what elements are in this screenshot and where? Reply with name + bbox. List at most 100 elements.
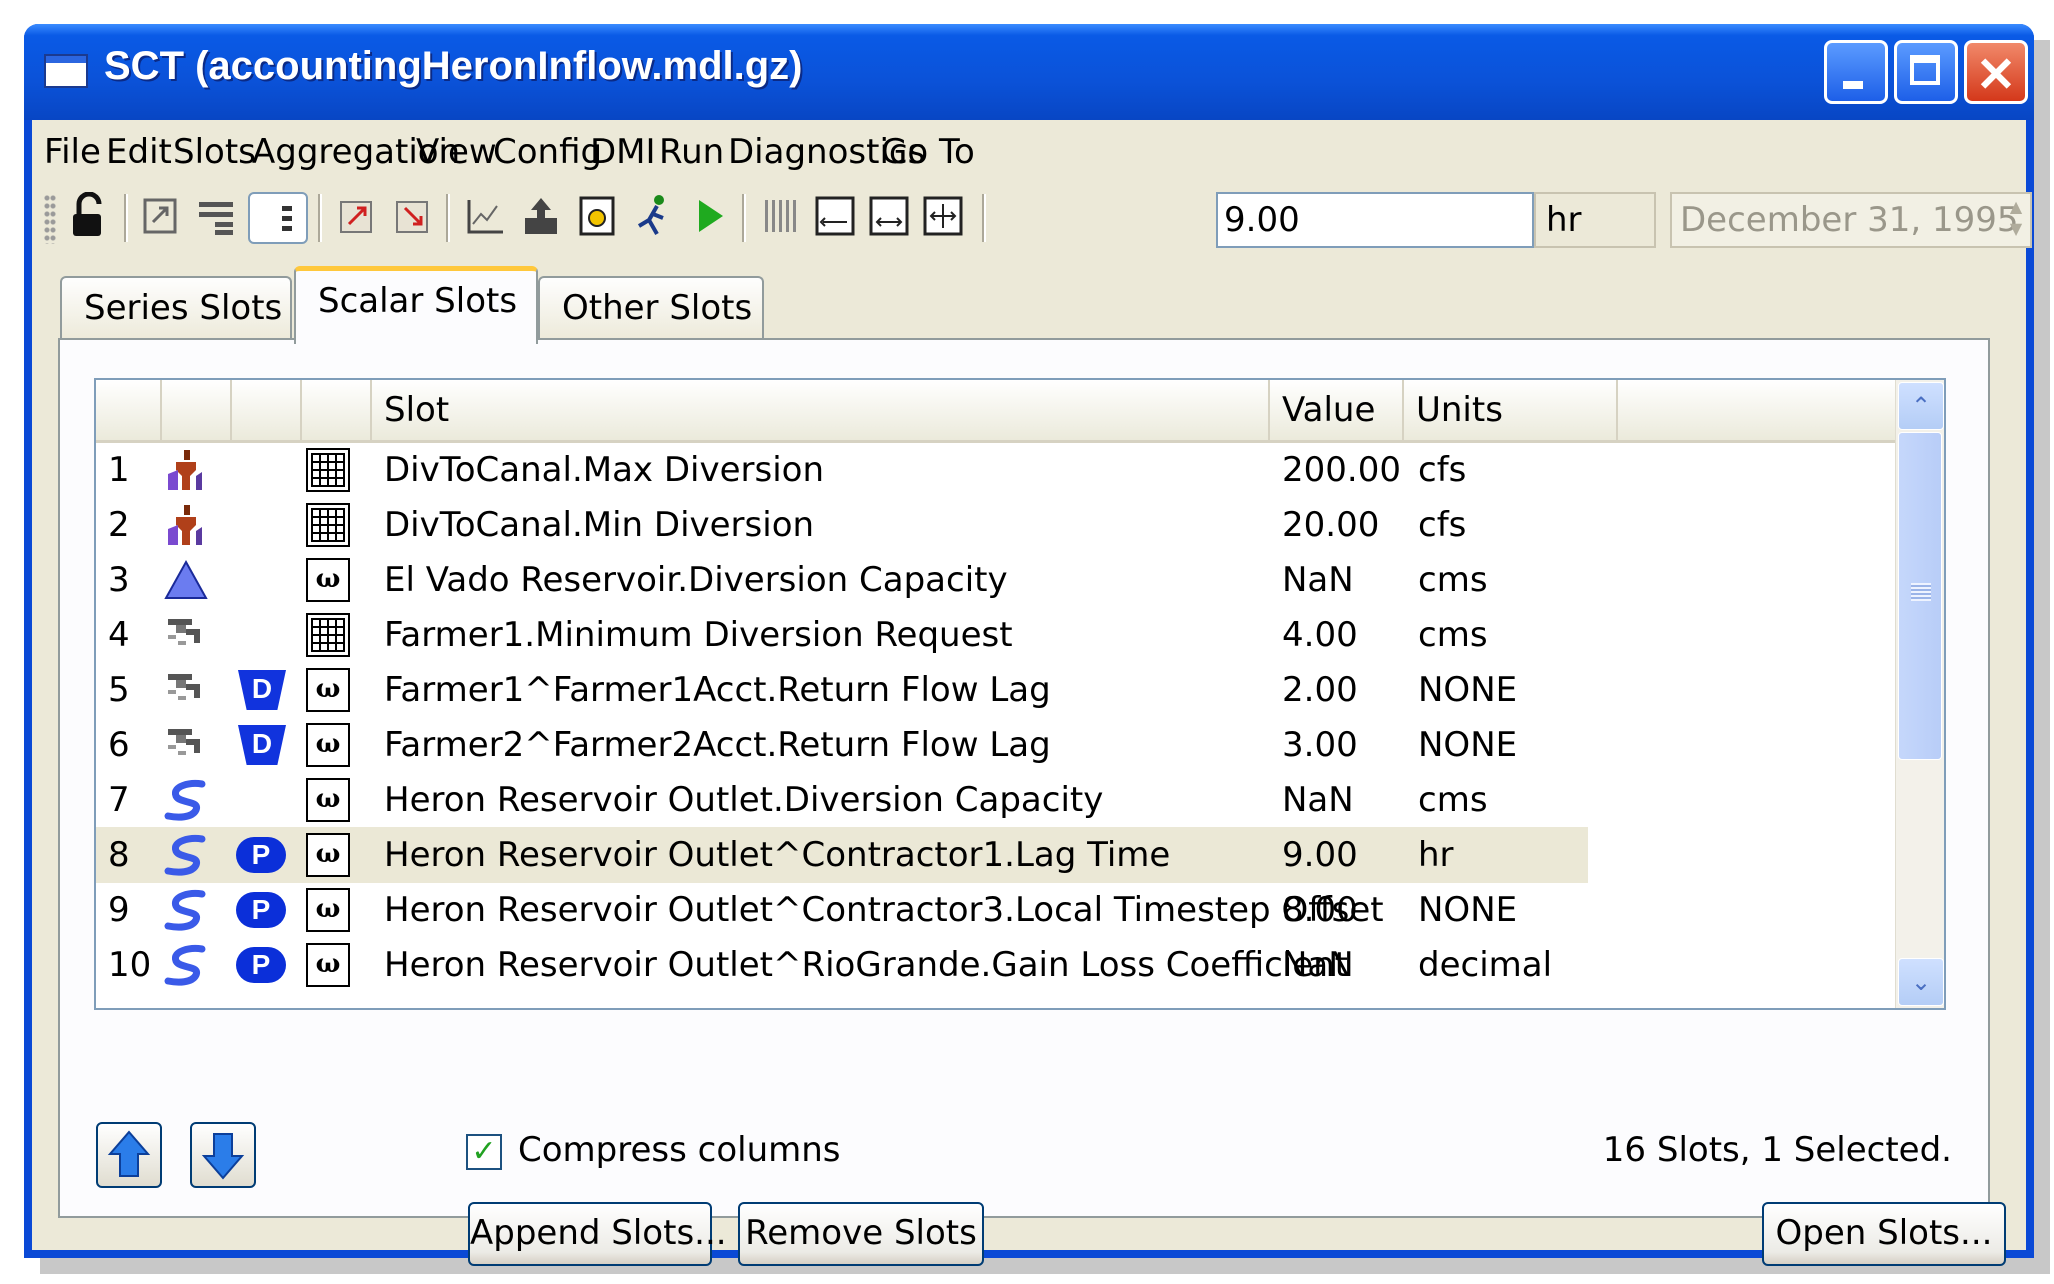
- date-spinner-icon[interactable]: ▲ ▼: [2004, 196, 2028, 244]
- water-user-icon: [162, 717, 210, 773]
- scalar-slot-icon: ω: [306, 558, 350, 602]
- slot-units: NONE: [1418, 890, 1518, 930]
- slot-name: Farmer1^Farmer1Acct.Return Flow Lag: [384, 670, 1051, 710]
- table-row[interactable]: 1 DivToCanal.Max Diversion 200.00 cfs: [96, 442, 1588, 498]
- slot-value: 200.00: [1282, 450, 1401, 490]
- unit-display[interactable]: hr: [1534, 192, 1656, 248]
- scalar-slot-icon: ω: [306, 888, 350, 932]
- table-slot-icon: [306, 448, 350, 492]
- scroll-up-icon[interactable]: ⌃: [1898, 382, 1944, 430]
- toolbar-grip[interactable]: [44, 194, 56, 244]
- plot-icon[interactable]: [460, 192, 510, 244]
- title-bar[interactable]: SCT (accountingHeronInflow.mdl.gz) ✕: [24, 24, 2034, 120]
- client-area: File Edit Slots Aggregation View Config …: [32, 120, 2032, 1266]
- sct-window: SCT (accountingHeronInflow.mdl.gz) ✕ Fil…: [24, 24, 2034, 1266]
- descriptor-badge-icon: D: [238, 725, 286, 765]
- tab-series-slots[interactable]: Series Slots: [60, 276, 292, 342]
- descriptor-badge-icon: D: [238, 670, 286, 710]
- window-title: SCT (accountingHeronInflow.mdl.gz): [104, 44, 803, 88]
- slot-units: cms: [1418, 615, 1488, 655]
- upload-icon[interactable]: [516, 192, 566, 244]
- filter-icon[interactable]: [192, 192, 242, 244]
- tab-scalar-slots[interactable]: Scalar Slots: [294, 266, 538, 344]
- menu-run[interactable]: Run: [659, 132, 724, 172]
- scalar-slots-panel: Slot Value Units 1 DivToCanal.Max Diversi…: [58, 338, 2006, 1266]
- scroll-thumb[interactable]: [1898, 432, 1942, 760]
- slot-count-status: 16 Slots, 1 Selected.: [1602, 1130, 1952, 1170]
- play-icon[interactable]: [684, 192, 734, 244]
- slot-name: DivToCanal.Max Diversion: [384, 450, 825, 490]
- reservoir-icon: [162, 552, 210, 608]
- header-value[interactable]: Value: [1270, 380, 1404, 440]
- table-row[interactable]: 2 DivToCanal.Min Diversion 20.00 cfs: [96, 497, 1588, 553]
- menu-go-to[interactable]: Go To: [881, 132, 975, 172]
- scroll-down-icon[interactable]: ⌄: [1898, 958, 1944, 1006]
- table-row[interactable]: 10 Pω Heron Reservoir Outlet^RioGrande.Gai…: [96, 937, 1588, 993]
- row-number: 7: [108, 780, 130, 820]
- row-number: 1: [108, 450, 130, 490]
- slot-units: hr: [1418, 835, 1454, 875]
- minimize-button[interactable]: [1824, 40, 1888, 104]
- lock-icon[interactable]: [64, 191, 114, 244]
- menu-config[interactable]: Config: [493, 132, 602, 172]
- toolbar: hr December 31, 1995 ▲▼: [32, 182, 2032, 254]
- header-flag[interactable]: [232, 380, 302, 440]
- menu-edit[interactable]: Edit: [106, 132, 172, 172]
- table-row[interactable]: 8 Pω Heron Reservoir Outlet^Contractor1.La…: [96, 827, 1588, 883]
- table-row[interactable]: 5 Dω Farmer1^Farmer1Acct.Return Flow Lag 2.…: [96, 662, 1588, 718]
- reach-icon: [162, 882, 210, 938]
- list-view-icon[interactable]: [248, 192, 308, 244]
- menu-view[interactable]: View: [416, 132, 497, 172]
- row-number: 2: [108, 505, 130, 545]
- header-slot[interactable]: Slot: [372, 380, 1270, 440]
- slot-value: 20.00: [1282, 505, 1380, 545]
- scalar-slot-icon: ω: [306, 833, 350, 877]
- open-slots-button[interactable]: Open Slots...: [1762, 1202, 2006, 1266]
- header-units[interactable]: Units: [1404, 380, 1618, 440]
- menu-slots[interactable]: Slots: [173, 132, 256, 172]
- header-type[interactable]: [302, 380, 372, 440]
- reorder-icon[interactable]: [136, 192, 186, 244]
- scalar-slot-icon: ω: [306, 778, 350, 822]
- slot-table: Slot Value Units 1 DivToCanal.Max Diversi…: [94, 378, 1946, 1010]
- expand-icon[interactable]: [918, 192, 968, 244]
- menu-file[interactable]: File: [44, 132, 101, 172]
- date-field[interactable]: December 31, 1995 ▲ ▼: [1670, 192, 2032, 248]
- close-icon: ✕: [1975, 49, 2017, 102]
- slot-value: NaN: [1282, 945, 1354, 985]
- move-down-button[interactable]: [190, 1122, 256, 1188]
- reach-icon: [162, 827, 210, 883]
- tab-other-slots[interactable]: Other Slots: [538, 276, 764, 342]
- slot-value: NaN: [1282, 560, 1354, 600]
- header-num[interactable]: [96, 380, 162, 440]
- run-man-icon[interactable]: [628, 192, 678, 244]
- timestep-icon[interactable]: [572, 192, 622, 244]
- vertical-scrollbar[interactable]: ⌃ ⌄: [1895, 380, 1944, 1008]
- open-export-icon[interactable]: [332, 192, 382, 244]
- compress-columns-checkbox[interactable]: ✓: [466, 1134, 502, 1170]
- menu-dmi[interactable]: DMI: [590, 132, 656, 172]
- table-row[interactable]: 9 Pω Heron Reservoir Outlet^Contractor3.Lo…: [96, 882, 1588, 938]
- close-export-icon[interactable]: [388, 192, 438, 244]
- slot-value: 8.00: [1282, 890, 1358, 930]
- header-icon[interactable]: [162, 380, 232, 440]
- table-row[interactable]: 4 Farmer1.Minimum Diversion Request 4.00 cm…: [96, 607, 1588, 663]
- close-button[interactable]: ✕: [1964, 40, 2028, 104]
- fit-icon[interactable]: [864, 192, 914, 244]
- value-input[interactable]: [1216, 192, 1534, 248]
- fit-width-icon[interactable]: [810, 192, 860, 244]
- remove-slots-button[interactable]: Remove Slots: [738, 1202, 984, 1266]
- table-row[interactable]: 3 ω El Vado Reservoir.Diversion Capacity Na…: [96, 552, 1588, 608]
- scalar-slot-icon: ω: [306, 668, 350, 712]
- append-slots-button[interactable]: Append Slots...: [468, 1202, 727, 1266]
- table-row[interactable]: 6 Dω Farmer2^Farmer2Acct.Return Flow Lag 3.…: [96, 717, 1588, 773]
- slot-name: Farmer2^Farmer2Acct.Return Flow Lag: [384, 725, 1051, 765]
- table-row[interactable]: 7 ω Heron Reservoir Outlet.Diversion Capac…: [96, 772, 1588, 828]
- move-up-button[interactable]: [96, 1122, 162, 1188]
- columns-icon[interactable]: [756, 192, 806, 244]
- scalar-slot-icon: ω: [306, 943, 350, 987]
- arrow-up-icon: [107, 1130, 151, 1177]
- maximize-button[interactable]: [1894, 40, 1958, 104]
- row-number: 4: [108, 615, 130, 655]
- priority-badge-icon: P: [236, 837, 286, 873]
